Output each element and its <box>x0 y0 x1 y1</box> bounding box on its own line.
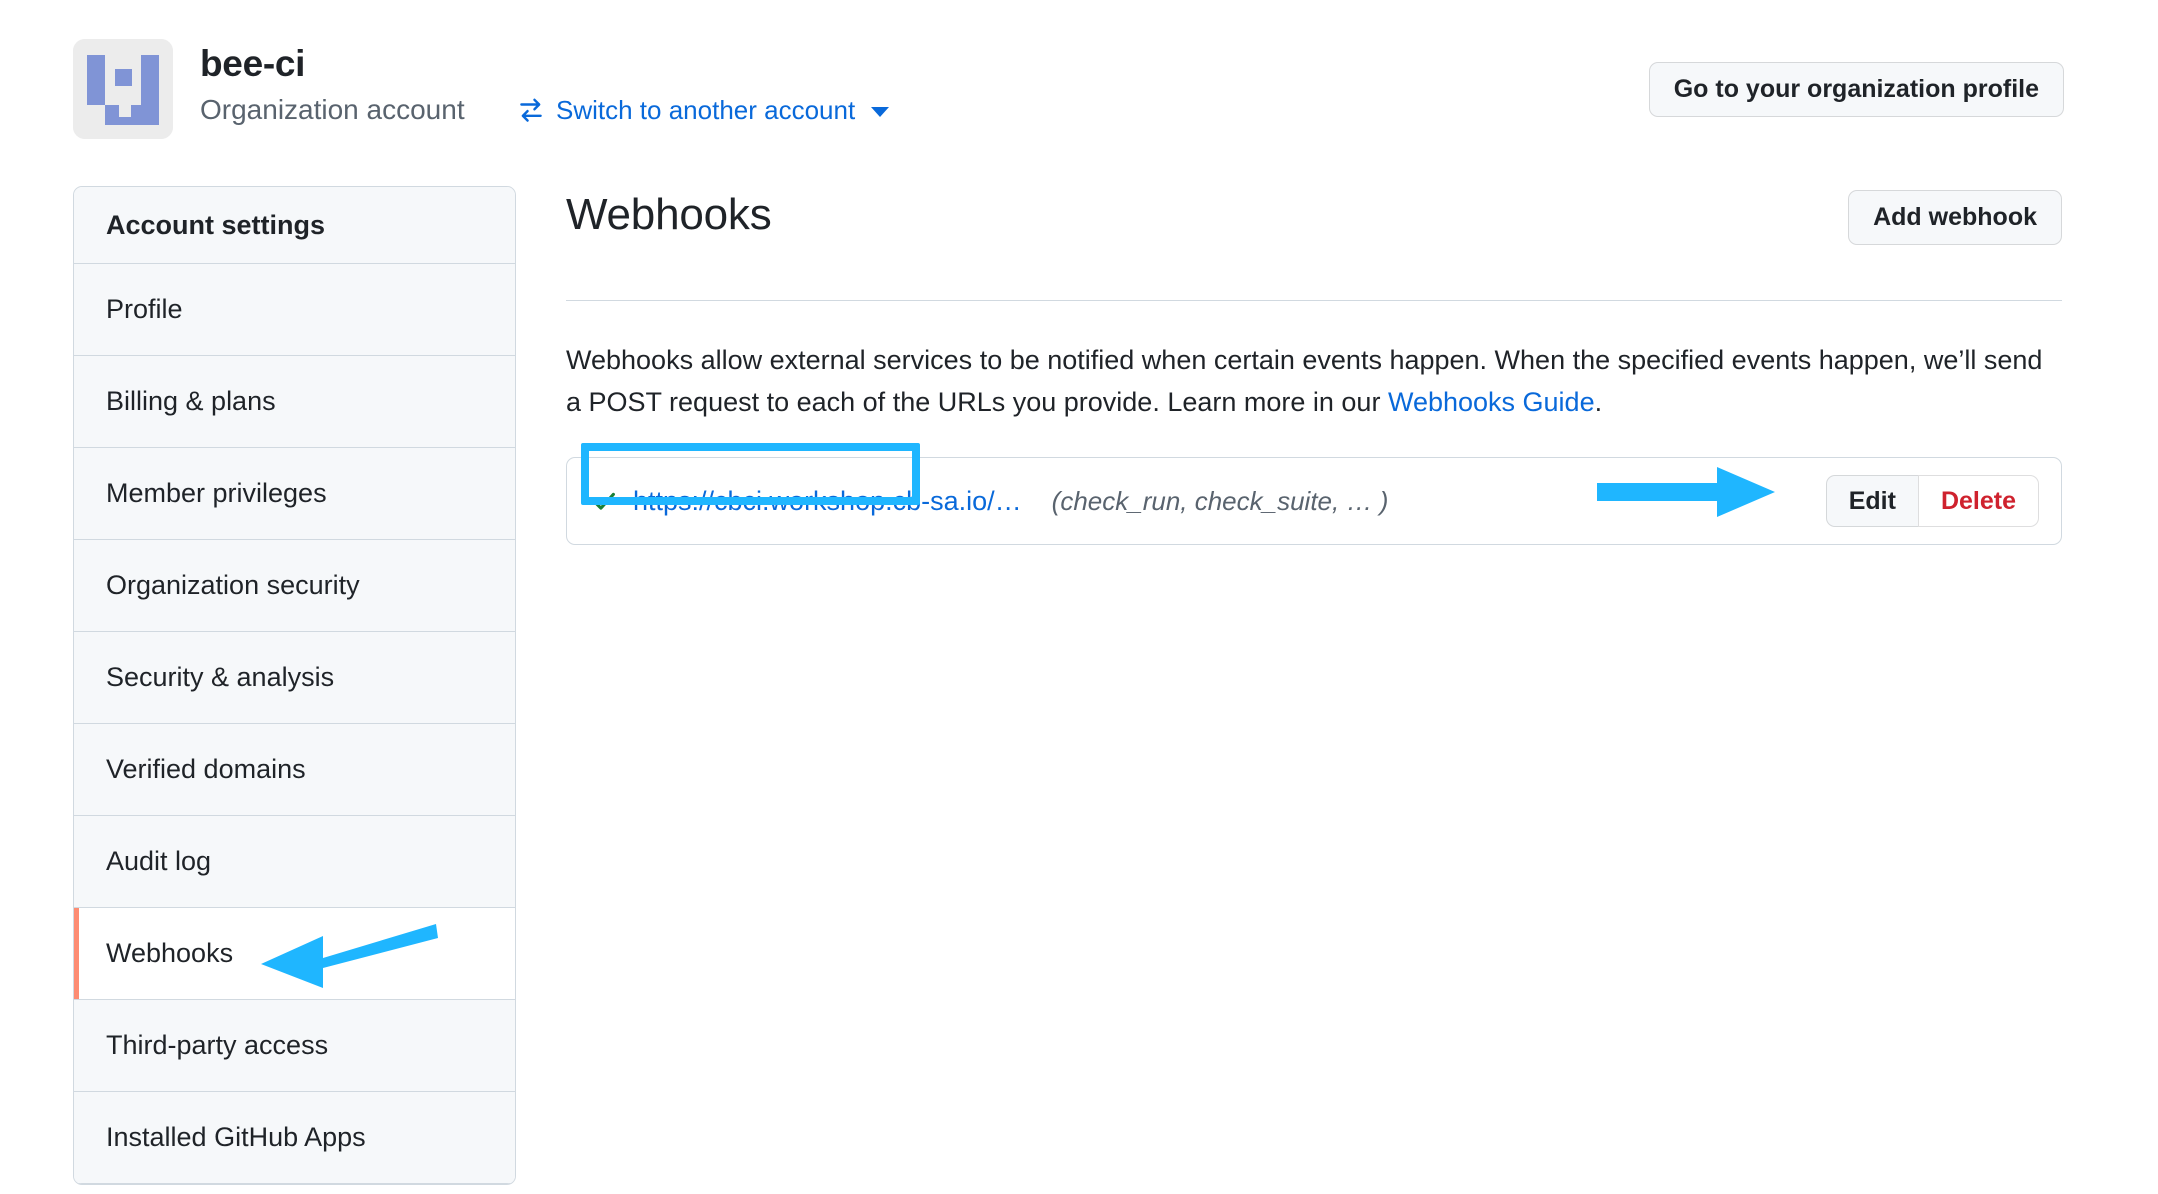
avatar <box>73 39 173 139</box>
page-title: Webhooks <box>566 190 772 239</box>
chevron-down-icon <box>871 107 890 117</box>
webhook-actions: Edit Delete <box>1825 475 2039 527</box>
webhook-url-link[interactable]: https://cbci.workshop.cb-sa.io/… <box>633 486 1022 517</box>
org-name: bee-ci <box>200 43 306 84</box>
webhook-events-label: (check_run, check_suite, … ) <box>1051 485 1389 516</box>
sidebar-item-label: Billing & plans <box>106 386 276 416</box>
edit-button[interactable]: Edit <box>1825 475 1918 527</box>
sidebar-item-label: Third-party access <box>106 1030 329 1060</box>
webhook-info: https://cbci.workshop.cb-sa.io/… (check_… <box>567 486 1388 517</box>
sidebar-item-billing-and-plans[interactable]: Billing & plans <box>74 356 515 448</box>
sidebar-item-label: Organization security <box>106 570 360 600</box>
sidebar-item-installed-github-apps[interactable]: Installed GitHub Apps <box>74 1092 515 1184</box>
sidebar-item-audit-log[interactable]: Audit log <box>74 816 515 908</box>
add-webhook-button[interactable]: Add webhook <box>1848 190 2062 245</box>
check-icon <box>591 488 617 514</box>
webhooks-guide-link[interactable]: Webhooks Guide <box>1388 387 1595 417</box>
sidebar-item-label: Member privileges <box>106 478 327 508</box>
sidebar-title: Account settings <box>74 187 515 264</box>
sidebar-item-label: Webhooks <box>106 938 234 968</box>
main-content: Webhooks Add webhook Webhooks allow exte… <box>566 186 2062 545</box>
sidebar-item-label: Audit log <box>106 846 212 876</box>
page-header: bee-ci Organization account Switch to an… <box>0 0 2158 150</box>
sidebar-item-webhooks[interactable]: Webhooks <box>74 908 515 1000</box>
sidebar-item-label: Security & analysis <box>106 662 335 692</box>
sidebar-item-security-and-analysis[interactable]: Security & analysis <box>74 632 515 724</box>
settings-sidebar: Account settings Profile Billing & plans… <box>73 186 516 1185</box>
sidebar-item-third-party-access[interactable]: Third-party access <box>74 1000 515 1092</box>
sidebar-item-label: Profile <box>106 294 183 324</box>
account-type-label: Organization account <box>200 94 465 125</box>
sidebar-item-label: Verified domains <box>106 754 306 784</box>
description-text-part2: . <box>1594 387 1603 417</box>
main-header: Webhooks Add webhook <box>566 186 2062 260</box>
header-divider <box>566 300 2062 301</box>
sidebar-item-profile[interactable]: Profile <box>74 264 515 356</box>
go-to-organization-profile-button[interactable]: Go to your organization profile <box>1648 62 2064 117</box>
webhook-list-item: https://cbci.workshop.cb-sa.io/… (check_… <box>566 457 2062 545</box>
delete-button[interactable]: Delete <box>1917 475 2039 527</box>
sidebar-item-verified-domains[interactable]: Verified domains <box>74 724 515 816</box>
arrow-switch-icon <box>518 97 544 123</box>
switch-account-label: Switch to another account <box>556 95 856 125</box>
sidebar-item-organization-security[interactable]: Organization security <box>74 540 515 632</box>
webhooks-description: Webhooks allow external services to be n… <box>566 339 2044 423</box>
sidebar-item-member-privileges[interactable]: Member privileges <box>74 448 515 540</box>
description-text-part1: Webhooks allow external services to be n… <box>566 345 2043 417</box>
switch-account-link[interactable]: Switch to another account <box>518 94 890 126</box>
sidebar-item-label: Installed GitHub Apps <box>106 1122 366 1152</box>
